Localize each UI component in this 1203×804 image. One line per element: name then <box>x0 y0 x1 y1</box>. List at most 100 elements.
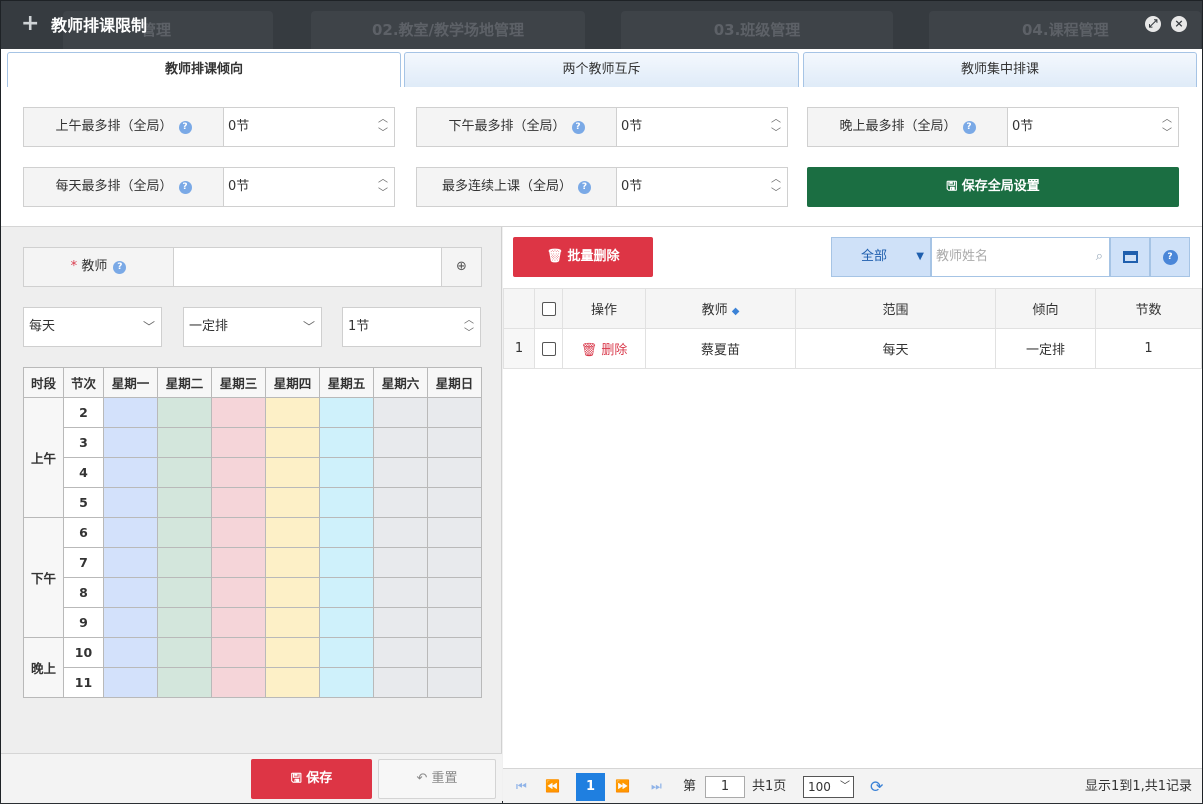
help-icon[interactable]: ? <box>178 181 192 194</box>
schedule-cell[interactable] <box>265 547 320 578</box>
prev-page-icon[interactable]: ⏪ <box>545 769 560 804</box>
schedule-cell[interactable] <box>157 547 212 578</box>
schedule-cell[interactable] <box>373 487 428 518</box>
save-button[interactable]: 🖫 保存 <box>251 759 372 799</box>
schedule-cell[interactable] <box>103 637 158 668</box>
schedule-cell[interactable] <box>265 637 320 668</box>
schedule-cell[interactable] <box>373 547 428 578</box>
schedule-cell[interactable] <box>265 397 320 428</box>
schedule-cell[interactable] <box>265 487 320 518</box>
close-icon[interactable]: × <box>1171 16 1187 32</box>
schedule-cell[interactable] <box>265 667 320 698</box>
schedule-cell[interactable] <box>211 457 266 488</box>
schedule-cell[interactable] <box>373 577 428 608</box>
schedule-cell[interactable] <box>157 487 212 518</box>
schedule-cell[interactable] <box>319 487 374 518</box>
schedule-cell[interactable] <box>319 607 374 638</box>
save-global-button[interactable]: 🖫 保存全局设置 <box>807 167 1179 207</box>
schedule-cell[interactable] <box>265 457 320 488</box>
search-icon[interactable]: ⌕ <box>1096 238 1103 276</box>
schedule-cell[interactable] <box>427 457 482 488</box>
schedule-cell[interactable] <box>103 667 158 698</box>
next-page-icon[interactable]: ⏩ <box>615 769 630 804</box>
tendency-select[interactable]: 一定排 ﹀ <box>183 307 322 347</box>
schedule-cell[interactable] <box>103 397 158 428</box>
schedule-cell[interactable] <box>157 637 212 668</box>
search-icon[interactable]: ⊕ <box>441 248 481 286</box>
schedule-cell[interactable] <box>211 577 266 608</box>
schedule-cell[interactable] <box>427 547 482 578</box>
schedule-cell[interactable] <box>373 607 428 638</box>
schedule-cell[interactable] <box>265 577 320 608</box>
count-input[interactable]: 1节 ︿ ﹀ <box>342 307 481 347</box>
schedule-cell[interactable] <box>103 427 158 458</box>
schedule-cell[interactable] <box>211 667 266 698</box>
daily-max-input[interactable]: 0节 <box>224 168 394 206</box>
schedule-cell[interactable] <box>157 427 212 458</box>
page-size-select[interactable]: 100 ﹀ <box>803 776 854 798</box>
help-icon[interactable]: ? <box>571 121 585 134</box>
column-header-teacher[interactable]: 教师 ◆ <box>645 288 796 329</box>
schedule-cell[interactable] <box>373 397 428 428</box>
schedule-cell[interactable] <box>319 547 374 578</box>
select-all-checkbox[interactable] <box>541 301 556 316</box>
schedule-cell[interactable] <box>103 607 158 638</box>
spinner-icon[interactable]: ︿ ﹀ <box>378 173 388 201</box>
schedule-cell[interactable] <box>427 397 482 428</box>
schedule-cell[interactable] <box>157 577 212 608</box>
filter-select[interactable]: 全部 ▼ <box>831 237 931 277</box>
schedule-cell[interactable] <box>103 577 158 608</box>
schedule-cell[interactable] <box>319 457 374 488</box>
schedule-cell[interactable] <box>157 517 212 548</box>
schedule-cell[interactable] <box>157 457 212 488</box>
spinner-icon[interactable]: ︿ ﹀ <box>771 173 781 201</box>
schedule-cell[interactable] <box>319 667 374 698</box>
schedule-cell[interactable] <box>157 397 212 428</box>
schedule-cell[interactable] <box>373 457 428 488</box>
spinner-icon[interactable]: ︿ ﹀ <box>378 113 388 141</box>
current-page[interactable]: 1 <box>576 773 605 801</box>
last-page-icon[interactable]: ⏭ <box>651 769 662 804</box>
evening-max-input[interactable]: 0节 <box>1008 108 1178 146</box>
afternoon-max-input[interactable]: 0节 <box>617 108 787 146</box>
delete-link[interactable]: 🗑 删除 <box>581 343 628 358</box>
schedule-cell[interactable] <box>265 427 320 458</box>
schedule-cell[interactable] <box>427 487 482 518</box>
schedule-cell[interactable] <box>157 667 212 698</box>
refresh-icon[interactable]: ⟳ <box>870 769 883 804</box>
schedule-cell[interactable] <box>103 487 158 518</box>
schedule-cell[interactable] <box>373 517 428 548</box>
schedule-cell[interactable] <box>157 607 212 638</box>
schedule-cell[interactable] <box>319 517 374 548</box>
schedule-cell[interactable] <box>427 517 482 548</box>
tab-teacher-tendency[interactable]: 教师排课倾向 <box>7 52 401 87</box>
morning-max-input[interactable]: 0节 <box>224 108 394 146</box>
help-icon[interactable]: ? <box>113 261 127 274</box>
schedule-cell[interactable] <box>319 637 374 668</box>
reset-button[interactable]: ↶ 重置 <box>378 759 496 799</box>
spinner-icon[interactable]: ︿ ﹀ <box>1162 113 1172 141</box>
help-icon[interactable]: ? <box>962 121 976 134</box>
schedule-cell[interactable] <box>427 577 482 608</box>
schedule-cell[interactable] <box>373 667 428 698</box>
first-page-icon[interactable]: ⏮ <box>516 769 527 804</box>
schedule-cell[interactable] <box>265 607 320 638</box>
page-number-input[interactable]: 1 <box>705 776 745 798</box>
schedule-cell[interactable] <box>103 517 158 548</box>
tab-teacher-concentrate[interactable]: 教师集中排课 <box>803 52 1197 87</box>
schedule-cell[interactable] <box>211 397 266 428</box>
restore-icon[interactable]: ⤢ <box>1145 16 1161 32</box>
schedule-cell[interactable] <box>427 607 482 638</box>
spinner-icon[interactable]: ︿ ﹀ <box>464 314 474 340</box>
sort-icon[interactable]: ◆ <box>732 306 740 317</box>
help-icon[interactable]: ? <box>178 121 192 134</box>
help-button[interactable]: ? <box>1150 237 1190 277</box>
tab-teacher-mutex[interactable]: 两个教师互斥 <box>404 52 799 87</box>
schedule-cell[interactable] <box>427 667 482 698</box>
schedule-cell[interactable] <box>211 517 266 548</box>
schedule-cell[interactable] <box>211 547 266 578</box>
scope-select[interactable]: 每天 ﹀ <box>23 307 162 347</box>
schedule-cell[interactable] <box>427 427 482 458</box>
schedule-cell[interactable] <box>103 457 158 488</box>
schedule-cell[interactable] <box>211 427 266 458</box>
